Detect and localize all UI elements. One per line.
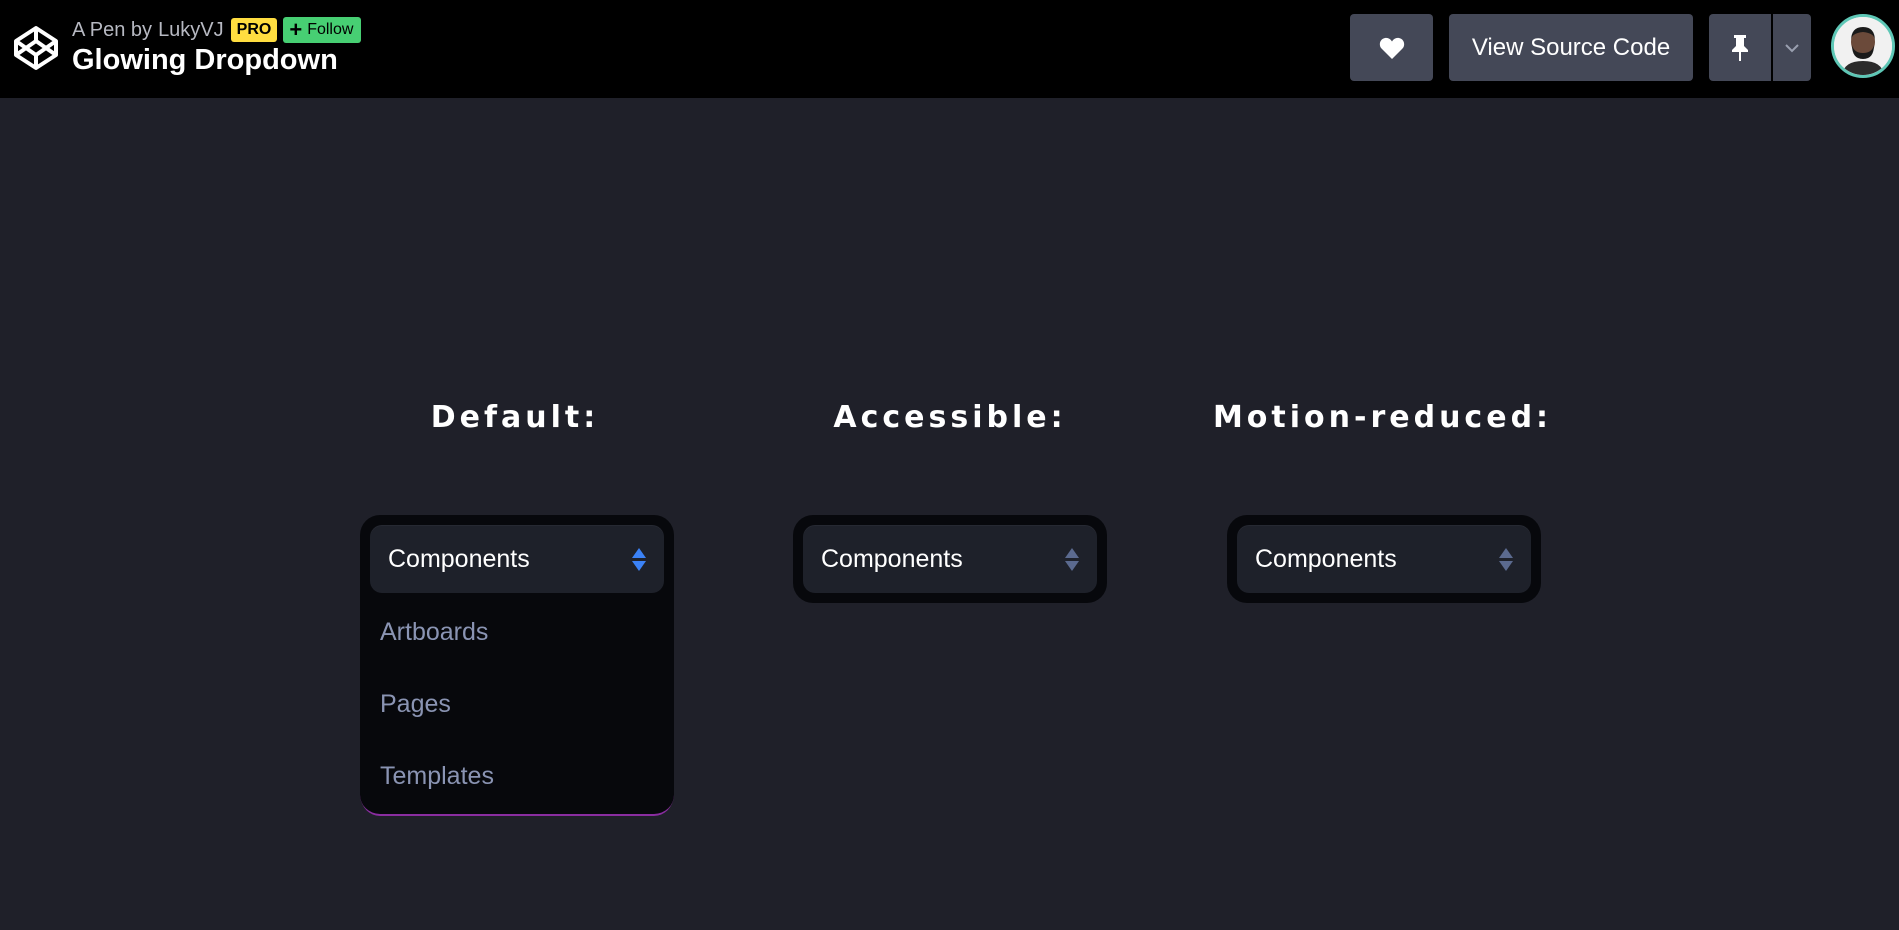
default-label: Default: — [430, 400, 600, 435]
view-source-button[interactable]: View Source Code — [1449, 14, 1693, 81]
dropdown-menu: Artboards Pages Templates — [370, 596, 664, 812]
select-arrows-icon — [1499, 547, 1513, 571]
follow-label: Follow — [307, 21, 354, 38]
pin-options-button[interactable] — [1773, 14, 1811, 81]
accessible-dropdown-trigger[interactable]: Components — [803, 525, 1097, 593]
plus-icon: + — [289, 17, 303, 42]
codepen-logo-icon[interactable] — [12, 24, 60, 72]
default-dropdown-trigger[interactable]: Components — [370, 525, 664, 593]
selected-value: Components — [388, 544, 530, 573]
dropdown-option[interactable]: Pages — [370, 668, 664, 740]
pen-title: Glowing Dropdown — [72, 44, 338, 76]
select-arrows-icon — [1065, 547, 1079, 571]
accessible-dropdown: Components — [793, 515, 1107, 603]
default-dropdown: Components Artboards Pages Templates — [360, 515, 674, 815]
follow-button[interactable]: + Follow — [283, 17, 362, 43]
pin-icon — [1732, 34, 1748, 61]
select-arrows-icon — [632, 547, 646, 571]
dropdown-option[interactable]: Templates — [370, 740, 664, 812]
heart-button[interactable] — [1350, 14, 1433, 81]
dropdown-option[interactable]: Artboards — [370, 596, 664, 668]
user-avatar-icon — [1834, 17, 1892, 75]
author-line: A Pen by LukyVJ PRO + Follow — [72, 17, 362, 43]
selected-value: Components — [1255, 544, 1397, 573]
selected-value: Components — [821, 544, 963, 573]
pro-badge[interactable]: PRO — [230, 18, 278, 42]
motion-reduced-dropdown: Components — [1227, 515, 1541, 603]
heart-icon — [1379, 37, 1404, 59]
pen-header: A Pen by LukyVJ PRO + Follow Glowing Dro… — [0, 0, 1899, 98]
accessible-label: Accessible: — [833, 400, 1067, 435]
author-link[interactable]: LukyVJ — [158, 19, 224, 42]
by-prefix: A Pen by — [72, 18, 153, 41]
motion-reduced-dropdown-trigger[interactable]: Components — [1237, 525, 1531, 593]
pin-button[interactable] — [1709, 14, 1771, 81]
motion-reduced-label: Motion-reduced: — [1212, 400, 1553, 435]
chevron-down-icon — [1785, 43, 1799, 52]
avatar[interactable] — [1831, 14, 1895, 78]
